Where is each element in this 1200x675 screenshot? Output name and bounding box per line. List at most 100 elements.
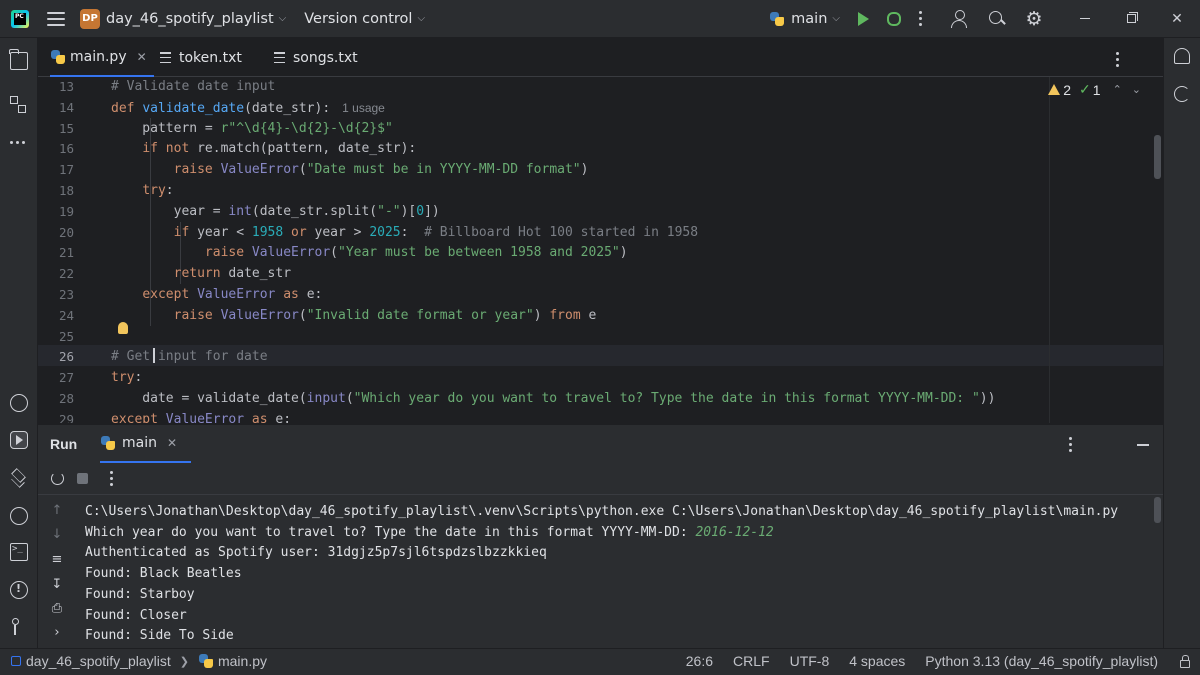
close-tab-icon[interactable]: ✕ [167, 436, 177, 450]
minimize-button[interactable] [1062, 0, 1108, 38]
file-encoding[interactable]: UTF-8 [790, 653, 830, 669]
close-tab-icon[interactable]: ✕ [137, 50, 147, 64]
search-icon[interactable] [988, 10, 1006, 28]
code-token: ValueError [165, 411, 252, 423]
hide-panel-icon[interactable] [1137, 444, 1149, 446]
warning-count: 2 [1063, 81, 1072, 98]
terminal-icon[interactable] [10, 543, 28, 561]
line-number: 15 [58, 120, 74, 136]
console-text: Found: Side To Side [85, 628, 234, 644]
problems-icon[interactable] [10, 581, 28, 599]
code-token: ) [533, 307, 550, 323]
module-icon [11, 656, 21, 666]
git-icon[interactable] [10, 618, 28, 636]
main-menu-icon[interactable] [47, 11, 65, 26]
console-scrollbar[interactable] [1154, 497, 1161, 523]
run-config-label: main [791, 10, 828, 27]
chevron-down-icon[interactable]: ⌵ [417, 13, 425, 24]
python-file-icon [198, 653, 214, 669]
line-number: 21 [58, 245, 74, 261]
more-actions-icon[interactable] [110, 471, 114, 486]
scroll-down-icon[interactable]: ↓ [50, 527, 64, 542]
editor-scrollbar[interactable] [1154, 135, 1161, 179]
scroll-up-icon[interactable]: ↑ [50, 503, 64, 518]
line-separator[interactable]: CRLF [733, 653, 770, 669]
gear-icon[interactable]: ⚙ [1025, 9, 1043, 28]
run-options-icon[interactable] [1069, 437, 1073, 452]
project-folder-icon[interactable] [9, 49, 28, 70]
console-line: C:\Users\Jonathan\Desktop\day_46_spotify… [85, 502, 1118, 523]
close-window-button[interactable]: ✕ [1154, 0, 1200, 38]
console-text: Found: Closer [85, 607, 187, 623]
tab-token-txt[interactable]: token.txt [160, 38, 242, 77]
run-tab-main[interactable]: main ✕ [100, 425, 192, 463]
left-tool-strip [0, 38, 38, 648]
expand-icon[interactable]: › [50, 625, 64, 640]
tab-main-py[interactable]: main.py ✕ [50, 38, 154, 77]
tab-options-icon[interactable] [1116, 52, 1120, 67]
breadcrumb-file[interactable]: main.py [218, 653, 267, 669]
scroll-to-end-icon[interactable]: ↧ [50, 577, 64, 592]
stop-icon[interactable] [77, 473, 88, 484]
print-icon[interactable]: ⎙ [50, 601, 64, 616]
lightbulb-icon[interactable] [118, 322, 128, 334]
breadcrumb-project[interactable]: day_46_spotify_playlist [26, 653, 171, 669]
lock-icon[interactable] [1180, 654, 1190, 668]
project-selector[interactable]: day_46_spotify_playlist [106, 11, 274, 27]
python-file-icon [50, 49, 66, 65]
chevron-down-icon[interactable]: ⌵ [279, 13, 287, 24]
line-number: 20 [58, 224, 74, 240]
debug-icon[interactable] [887, 11, 901, 26]
code-token: raise [173, 307, 221, 323]
more-actions-icon[interactable] [919, 11, 923, 26]
code-token: ) [619, 245, 628, 261]
more-tools-icon[interactable] [10, 133, 28, 151]
code-line: return date_str [111, 264, 291, 285]
tab-songs-txt[interactable]: songs.txt [274, 38, 358, 77]
inspection-widget[interactable]: 2 ✓ 1 ⌃⌄ [1048, 81, 1151, 98]
code-token: (date_str.split( [251, 203, 378, 219]
code-token: ValueError [251, 245, 331, 261]
services-icon[interactable] [10, 468, 28, 486]
ai-assistant-icon[interactable] [1174, 86, 1190, 102]
code-editor[interactable]: 13 14 15 16 17 18 19 20 21 22 23 24 25 26 27 28 29 # Val… [38, 77, 1163, 423]
line-number: 27 [58, 370, 74, 386]
code-token: "Year must be between 1958 and 2025" [338, 245, 620, 261]
navigate-problems-icon[interactable]: ⌃⌄ [1113, 83, 1151, 96]
line-number: 13 [58, 79, 74, 94]
run-icon[interactable] [858, 11, 869, 26]
run-config-selector[interactable]: main ⌵ [769, 11, 840, 27]
add-user-icon[interactable] [951, 9, 969, 28]
console-output[interactable]: C:\Users\Jonathan\Desktop\day_46_spotify… [85, 495, 1155, 649]
rerun-icon[interactable] [51, 472, 64, 485]
python-console-icon[interactable] [10, 507, 28, 525]
status-bar: day_46_spotify_playlist ❯ main.py 26:6 C… [0, 648, 1200, 675]
code-token: ValueError [197, 287, 284, 302]
code-token: e [588, 307, 597, 323]
code-token: r"^\d{4}-\d{2}-\d{2}$" [220, 120, 393, 136]
code-token: int [228, 203, 252, 219]
code-line: # Get input for date [111, 347, 268, 368]
code-token: def [111, 100, 143, 116]
usage-hint[interactable]: 1 usage [342, 101, 385, 115]
console-text: Found: Black Beatles [85, 566, 242, 582]
notifications-icon[interactable] [1174, 48, 1190, 64]
indent-setting[interactable]: 4 spaces [849, 653, 905, 669]
line-number: 19 [58, 203, 74, 219]
python-interpreter[interactable]: Python 3.13 (day_46_spotify_playlist) [925, 653, 1158, 669]
code-token: year > [314, 224, 370, 240]
soft-wrap-icon[interactable]: ≡ [50, 552, 64, 567]
code-line: if not re.match(pattern, date_str): [111, 139, 416, 160]
run-tool-icon[interactable] [10, 431, 28, 449]
python-packages-icon[interactable] [10, 394, 28, 412]
caret-position[interactable]: 26:6 [686, 653, 713, 669]
restore-button[interactable] [1108, 0, 1154, 38]
line-number: 24 [58, 307, 74, 323]
project-badge[interactable]: DP [80, 8, 100, 29]
structure-icon[interactable] [10, 96, 28, 114]
line-number: 29 [58, 411, 74, 423]
run-tab-label: main [122, 435, 157, 451]
vcs-menu[interactable]: Version control [304, 11, 412, 27]
